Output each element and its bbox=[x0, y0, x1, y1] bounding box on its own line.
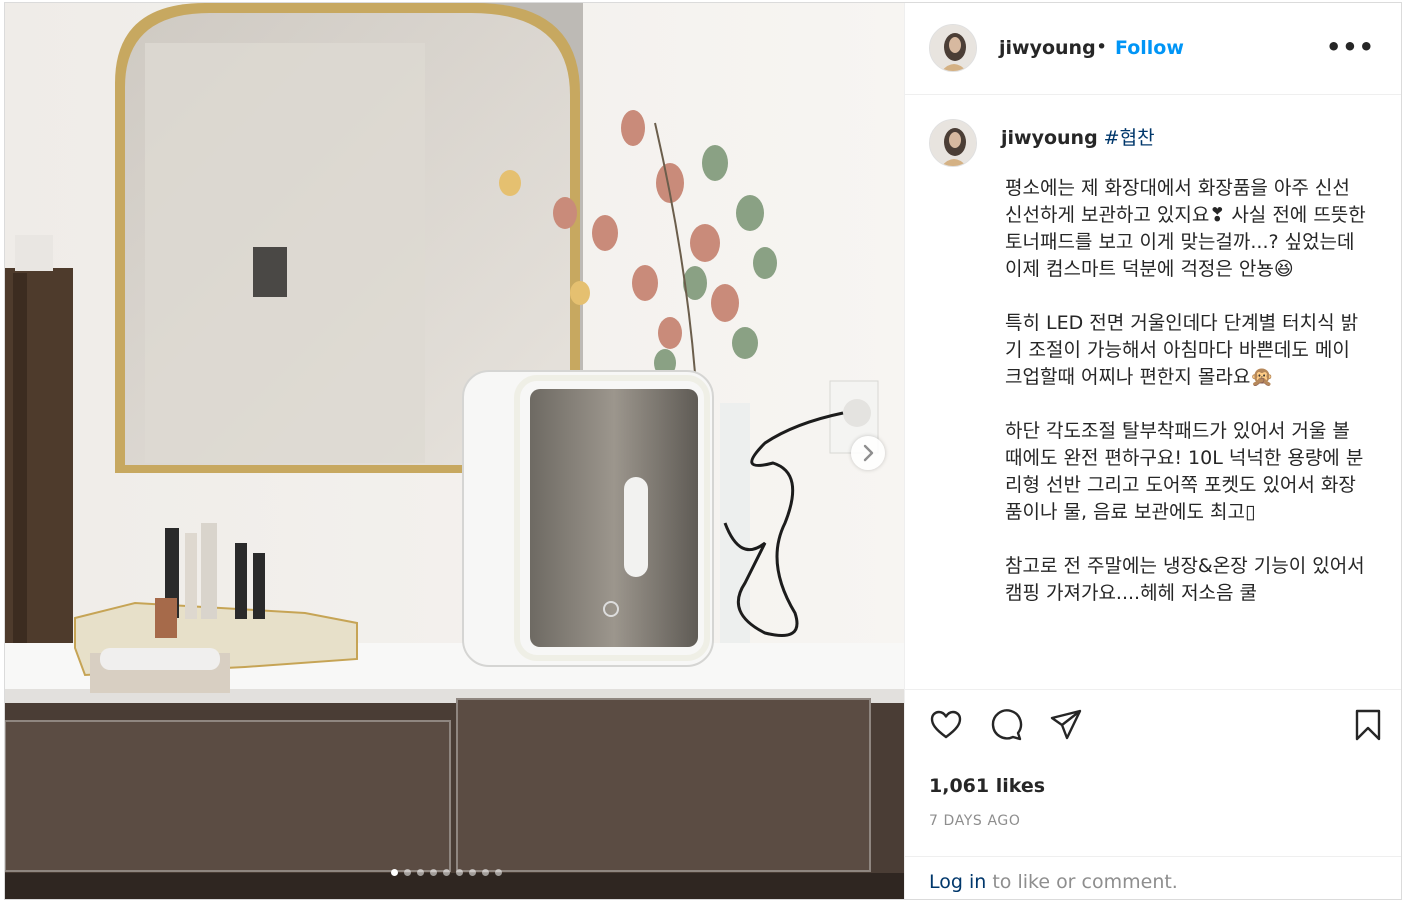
carousel-dot bbox=[391, 869, 398, 876]
post-sidebar: jiwyoung • Follow ••• jiwyoung #협찬 평소에는 제… bbox=[904, 3, 1401, 899]
carousel-dot bbox=[469, 869, 476, 876]
caption-paragraph: 평소에는 제 화장대에서 화장품을 아주 신선신선하게 보관하고 있지요❣ 사실… bbox=[1005, 177, 1372, 280]
carousel-dot bbox=[495, 869, 502, 876]
hashtag-link[interactable]: #협찬 bbox=[1104, 127, 1155, 149]
comment-icon[interactable] bbox=[989, 708, 1023, 742]
carousel-dot bbox=[417, 869, 424, 876]
caption-header: jiwyoung #협찬 bbox=[1001, 123, 1155, 150]
login-prompt-text: to like or comment. bbox=[986, 871, 1178, 893]
caption-paragraph: 참고로 전 주말에는 냉장&온장 기능이 있어서 캠핑 가져가요....헤헤 저… bbox=[1005, 555, 1371, 604]
action-bar bbox=[905, 689, 1401, 759]
share-icon[interactable] bbox=[1049, 708, 1083, 742]
heart-icon[interactable] bbox=[929, 708, 963, 742]
post-timestamp[interactable]: 7 DAYS AGO bbox=[929, 813, 1020, 829]
follow-button[interactable]: Follow bbox=[1115, 37, 1184, 59]
avatar[interactable] bbox=[929, 24, 977, 72]
avatar[interactable] bbox=[929, 119, 977, 167]
photo-vanity-fridge bbox=[5, 3, 904, 899]
caption-username[interactable]: jiwyoung bbox=[1001, 127, 1098, 149]
login-link[interactable]: Log in bbox=[929, 871, 986, 893]
carousel-indicator bbox=[391, 869, 502, 877]
carousel-next-button[interactable] bbox=[851, 436, 885, 470]
more-options-icon[interactable]: ••• bbox=[1326, 33, 1375, 61]
post-image[interactable] bbox=[5, 3, 904, 899]
post-card: jiwyoung • Follow ••• jiwyoung #협찬 평소에는 제… bbox=[4, 2, 1402, 900]
carousel-dot bbox=[456, 869, 463, 876]
carousel-dot bbox=[443, 869, 450, 876]
caption-paragraph: 하단 각도조절 탈부착패드가 있어서 거울 볼 때에도 완전 편하구요! 10L… bbox=[1005, 420, 1364, 523]
caption-text: 평소에는 제 화장대에서 화장품을 아주 신선신선하게 보관하고 있지요❣ 사실… bbox=[1005, 175, 1367, 634]
post-username[interactable]: jiwyoung bbox=[999, 37, 1096, 59]
caption-paragraph: 특히 LED 전면 거울인데다 단계별 터치식 밝기 조절이 가능해서 아침마다… bbox=[1005, 312, 1359, 388]
carousel-dot bbox=[482, 869, 489, 876]
profile-photo bbox=[930, 120, 976, 166]
like-count[interactable]: 1,061 likes bbox=[929, 775, 1045, 797]
carousel-dot bbox=[430, 869, 437, 876]
carousel-dot bbox=[404, 869, 411, 876]
separator-dot: • bbox=[1096, 36, 1108, 58]
login-prompt: Log in to like or comment. bbox=[905, 856, 1401, 899]
profile-photo bbox=[930, 25, 976, 71]
bookmark-icon[interactable] bbox=[1351, 708, 1385, 742]
post-header: jiwyoung • Follow ••• bbox=[905, 3, 1401, 95]
chevron-right-icon bbox=[863, 444, 874, 462]
caption-scroll-area[interactable]: jiwyoung #협찬 평소에는 제 화장대에서 화장품을 아주 신선신선하게 … bbox=[905, 95, 1401, 689]
